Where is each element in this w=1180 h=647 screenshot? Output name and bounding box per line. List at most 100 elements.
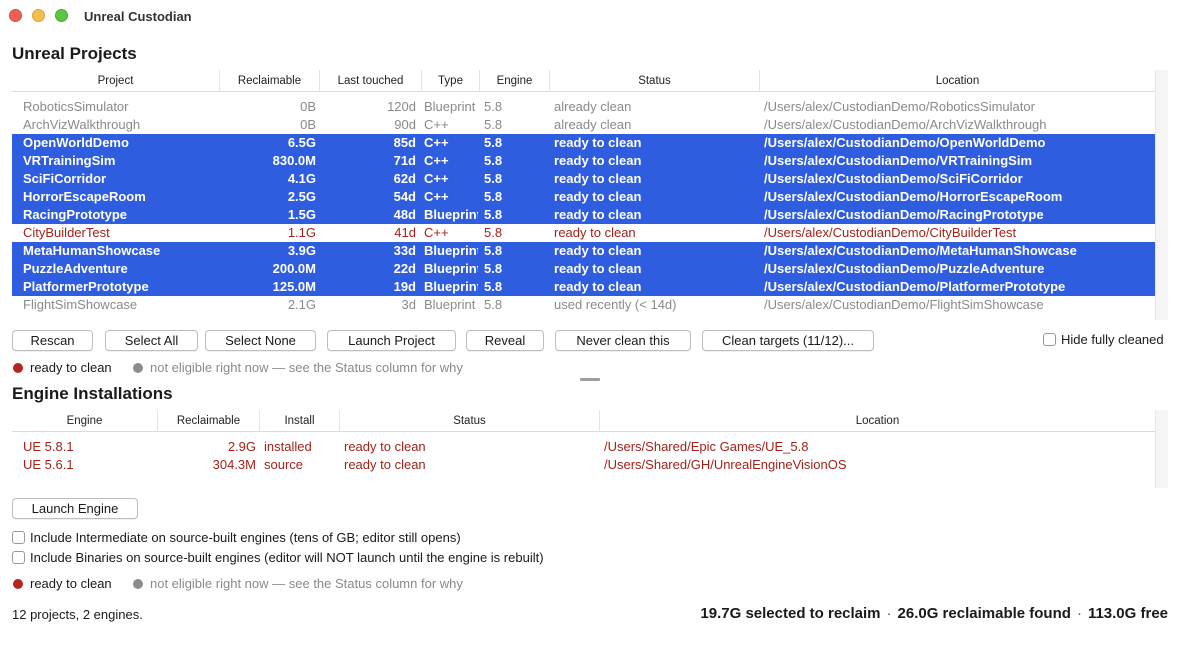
engine-row[interactable]: UE 5.8.1 2.9G installed ready to clean/User… bbox=[12, 438, 1155, 456]
project-row[interactable]: VRTrainingSim 830.0M 71d C++ 5.8 ready to cle… bbox=[12, 152, 1155, 170]
project-row[interactable]: FlightSimShowcase 2.1G 3d Blueprint 5.8 used … bbox=[12, 296, 1155, 314]
last-touched-cell: 85d bbox=[393, 135, 416, 150]
project-name-cell: VRTrainingSim bbox=[23, 153, 116, 168]
engines-table[interactable]: Engine Reclaimable Install Status Locati… bbox=[12, 410, 1156, 488]
column-header-install[interactable]: Install bbox=[260, 410, 340, 432]
location-cell: /Users/alex/CustodianDemo/OpenWorldDemo bbox=[764, 135, 1046, 150]
engine-version-cell: 5.8 bbox=[484, 171, 503, 186]
separator: · bbox=[886, 605, 892, 622]
column-header-location[interactable]: Location bbox=[760, 70, 1155, 92]
column-header-engine[interactable]: Engine bbox=[480, 70, 550, 92]
engine-version-cell: 5.8 bbox=[484, 153, 503, 168]
type-cell: C++ bbox=[424, 135, 449, 150]
reveal-button[interactable]: Reveal bbox=[466, 330, 544, 351]
location-cell: /Users/alex/CustodianDemo/RacingPrototyp… bbox=[764, 207, 1044, 222]
ready-legend-dot bbox=[13, 579, 23, 589]
reclaim-summary: 19.7G selected to reclaim · 26.0G reclaima… bbox=[700, 605, 1168, 622]
split-view-divider-handle[interactable] bbox=[580, 378, 600, 381]
project-name-cell: HorrorEscapeRoom bbox=[23, 189, 146, 204]
project-row[interactable]: CityBuilderTest 1.1G 41d C++ 5.8 ready to cle… bbox=[12, 224, 1155, 242]
location-cell: /Users/alex/CustodianDemo/RoboticsSimula… bbox=[764, 99, 1035, 114]
rescan-button[interactable]: Rescan bbox=[12, 330, 93, 351]
type-cell: C++ bbox=[424, 171, 449, 186]
reclaimable-cell: 125.0M bbox=[272, 279, 316, 294]
project-row[interactable]: HorrorEscapeRoom 2.5G 54d C++ 5.8 ready to cl… bbox=[12, 188, 1155, 206]
status-cell: ready to clean bbox=[344, 439, 426, 454]
last-touched-cell: 90d bbox=[394, 117, 416, 132]
title-bar: Unreal Custodian bbox=[0, 0, 1180, 33]
column-header-reclaimable[interactable]: Reclaimable bbox=[220, 70, 320, 92]
column-header-type[interactable]: Type bbox=[422, 70, 480, 92]
column-header-project[interactable]: Project bbox=[12, 70, 220, 92]
engines-table-header: Engine Reclaimable Install Status Locati… bbox=[12, 410, 1155, 432]
summary-text: 12 projects, 2 engines. bbox=[12, 607, 143, 622]
engine-version-cell: 5.8 bbox=[484, 99, 503, 114]
reclaimable-cell: 2.5G bbox=[287, 189, 316, 204]
clean-targets-button[interactable]: Clean targets (11/12)... bbox=[702, 330, 874, 351]
column-header-last-touched[interactable]: Last touched bbox=[320, 70, 422, 92]
engine-version-cell: 5.8 bbox=[484, 297, 503, 312]
not-eligible-legend-label: not eligible right now — see the Status … bbox=[150, 360, 463, 375]
last-touched-cell: 19d bbox=[393, 279, 416, 294]
projects-table-header: Project Reclaimable Last touched Type En… bbox=[12, 70, 1155, 92]
project-row[interactable]: ArchVizWalkthrough 0B 90d C++ 5.8 already cle… bbox=[12, 116, 1155, 134]
close-window-button[interactable] bbox=[9, 9, 22, 22]
status-cell: ready to clean bbox=[554, 279, 642, 294]
project-row[interactable]: MetaHumanShowcase 3.9G 33d Blueprint 5.8 read… bbox=[12, 242, 1155, 260]
projects-scrollbar[interactable] bbox=[1155, 70, 1168, 320]
status-cell: already clean bbox=[554, 99, 632, 114]
column-header-status[interactable]: Status bbox=[340, 410, 600, 432]
project-name-cell: PuzzleAdventure bbox=[23, 261, 128, 276]
project-row[interactable]: RacingPrototype 1.5G 48d Blueprint 5.8 ready … bbox=[12, 206, 1155, 224]
project-row[interactable]: RoboticsSimulator 0B 120d Blueprint 5.8 alrea… bbox=[12, 98, 1155, 116]
launch-project-button[interactable]: Launch Project bbox=[327, 330, 456, 351]
status-cell: ready to clean bbox=[554, 225, 636, 240]
column-header-engine[interactable]: Engine bbox=[12, 410, 158, 432]
ready-legend-label: ready to clean bbox=[30, 576, 112, 591]
project-row[interactable]: PlatformerPrototype 125.0M 19d Blueprint 5.8… bbox=[12, 278, 1155, 296]
engines-scrollbar[interactable] bbox=[1155, 410, 1168, 488]
location-cell: /Users/Shared/GH/UnrealEngineVisionOS bbox=[604, 457, 847, 472]
never-clean-button[interactable]: Never clean this bbox=[555, 330, 691, 351]
projects-table[interactable]: Project Reclaimable Last touched Type En… bbox=[12, 70, 1156, 320]
type-cell: C++ bbox=[424, 117, 449, 132]
include-binaries-checkbox[interactable] bbox=[12, 551, 25, 564]
project-row[interactable]: SciFiCorridor 4.1G 62d C++ 5.8 ready to clean… bbox=[12, 170, 1155, 188]
select-none-button[interactable]: Select None bbox=[205, 330, 316, 351]
location-cell: /Users/alex/CustodianDemo/PuzzleAdventur… bbox=[764, 261, 1045, 276]
last-touched-cell: 41d bbox=[394, 225, 416, 240]
type-cell: C++ bbox=[424, 189, 449, 204]
launch-engine-button[interactable]: Launch Engine bbox=[12, 498, 138, 519]
include-intermediate-checkbox[interactable] bbox=[12, 531, 25, 544]
engine-name-cell: UE 5.8.1 bbox=[23, 439, 74, 454]
hide-fully-cleaned-checkbox[interactable] bbox=[1043, 333, 1056, 346]
project-name-cell: MetaHumanShowcase bbox=[23, 243, 161, 258]
minimize-window-button[interactable] bbox=[32, 9, 45, 22]
reclaimable-cell: 0B bbox=[300, 99, 316, 114]
project-row[interactable]: PuzzleAdventure 200.0M 22d Blueprint 5.8 read… bbox=[12, 260, 1155, 278]
separator: · bbox=[1076, 605, 1082, 622]
last-touched-cell: 3d bbox=[401, 297, 416, 312]
engine-row[interactable]: UE 5.6.1 304.3M source ready to clean/Users… bbox=[12, 456, 1155, 474]
status-cell: ready to clean bbox=[554, 261, 642, 276]
location-cell: /Users/alex/CustodianDemo/HorrorEscapeRo… bbox=[764, 189, 1063, 204]
engine-version-cell: 5.8 bbox=[484, 117, 503, 132]
location-cell: /Users/Shared/Epic Games/UE_5.8 bbox=[604, 439, 809, 454]
project-row[interactable]: OpenWorldDemo 6.5G 85d C++ 5.8 ready to clean… bbox=[12, 134, 1155, 152]
project-name-cell: SciFiCorridor bbox=[23, 171, 107, 186]
selected-to-reclaim: 19.7G selected to reclaim bbox=[700, 605, 881, 622]
select-all-button[interactable]: Select All bbox=[105, 330, 198, 351]
engine-version-cell: 5.8 bbox=[484, 189, 503, 204]
reclaimable-cell: 0B bbox=[300, 117, 316, 132]
reclaimable-cell: 830.0M bbox=[272, 153, 316, 168]
reclaimable-cell: 1.5G bbox=[287, 207, 316, 222]
column-header-location[interactable]: Location bbox=[600, 410, 1155, 432]
status-cell: used recently (< 14d) bbox=[554, 297, 677, 312]
ready-legend-dot bbox=[13, 363, 23, 373]
column-header-reclaimable[interactable]: Reclaimable bbox=[158, 410, 260, 432]
engine-name-cell: UE 5.6.1 bbox=[23, 457, 74, 472]
column-header-status[interactable]: Status bbox=[550, 70, 760, 92]
zoom-window-button[interactable] bbox=[55, 9, 68, 22]
project-name-cell: OpenWorldDemo bbox=[23, 135, 129, 150]
reclaimable-found: 26.0G reclaimable found bbox=[897, 605, 1071, 622]
